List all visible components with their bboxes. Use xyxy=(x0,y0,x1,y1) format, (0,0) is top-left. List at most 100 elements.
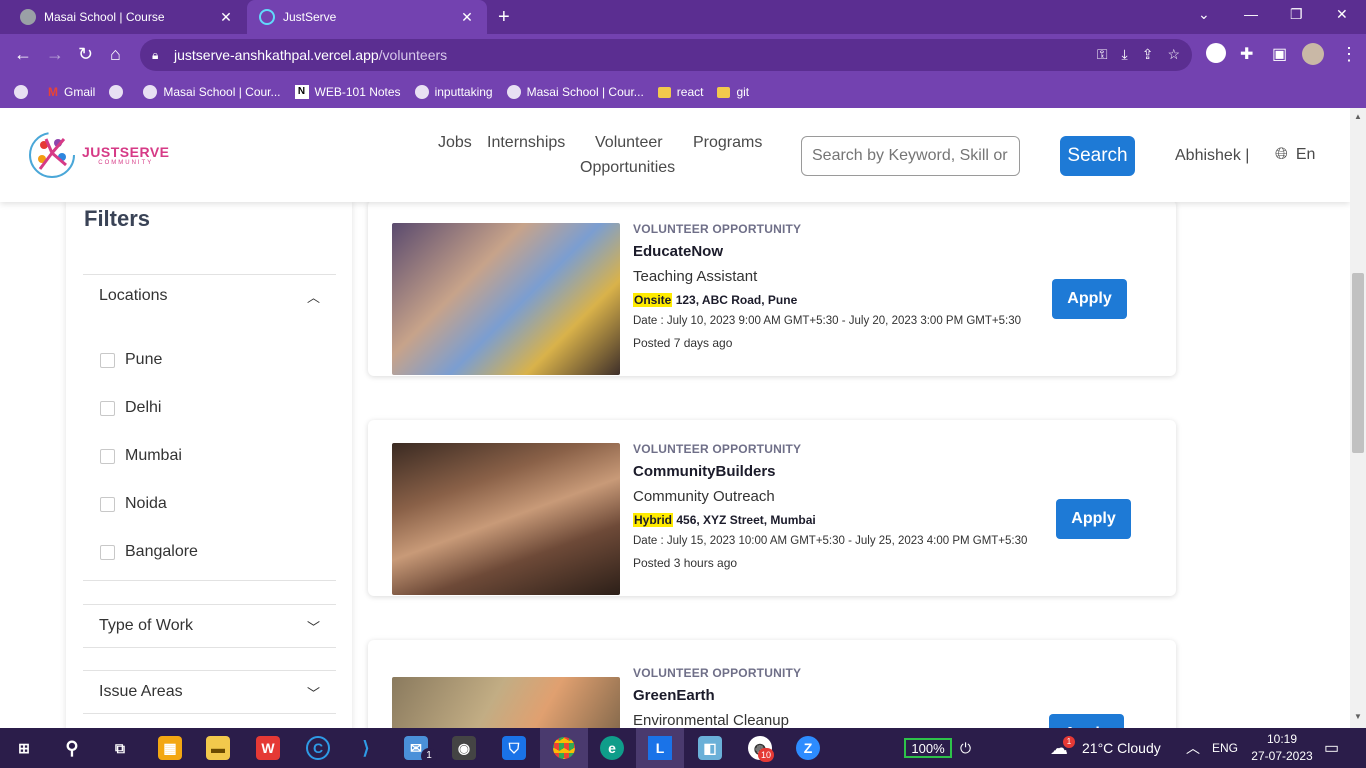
bookmark-web101[interactable]: N WEB-101 Notes xyxy=(294,85,401,99)
location-line: Hybrid 456, XYZ Street, Mumbai xyxy=(633,513,1053,527)
apply-button[interactable]: Apply xyxy=(1049,714,1124,728)
store-icon[interactable]: ▦ xyxy=(158,736,182,760)
windows-start-icon[interactable]: ⊞ xyxy=(12,736,36,760)
issue-areas-label: Issue Areas xyxy=(99,683,183,700)
new-tab-button[interactable]: + xyxy=(498,6,510,29)
bookmark-masai[interactable]: Masai School | Cour... xyxy=(143,85,281,99)
apply-button[interactable]: Apply xyxy=(1056,499,1131,539)
bookmark-git[interactable]: git xyxy=(717,85,749,99)
location-option-mumbai[interactable]: Mumbai xyxy=(100,447,182,465)
system-clock[interactable]: 10:19 27-07-2023 xyxy=(1250,731,1314,765)
key-icon[interactable]: ⚿ xyxy=(1097,46,1108,63)
cloud-icon[interactable]: ☁ xyxy=(1050,728,1068,768)
checkbox[interactable] xyxy=(100,400,115,416)
type-of-work-accordion[interactable]: Type of Work ﹀ xyxy=(83,604,336,648)
tray-chevron-up-icon[interactable]: ︿ xyxy=(1186,728,1200,768)
issue-areas-accordion[interactable]: Issue Areas ﹀ xyxy=(83,670,336,714)
nav-programs[interactable]: Programs xyxy=(693,134,762,152)
home-icon[interactable]: ⌂ xyxy=(110,44,121,65)
tab-masai-school[interactable]: Masai School | Course ✕ xyxy=(8,0,246,34)
apply-button[interactable]: Apply xyxy=(1052,279,1127,319)
extension-record-icon[interactable] xyxy=(1206,43,1226,63)
back-icon[interactable]: ← xyxy=(14,44,32,65)
task-view-icon[interactable]: ⧉ xyxy=(108,736,132,760)
organization-name[interactable]: CommunityBuilders xyxy=(633,463,1053,480)
search-button[interactable]: Search xyxy=(1060,136,1135,176)
chrome-icon xyxy=(553,737,575,759)
weather-text[interactable]: 21°C Cloudy xyxy=(1082,728,1161,768)
notification-icon[interactable]: ▭ xyxy=(1324,728,1339,768)
tab-strip: Masai School | Course ✕ JustServe ✕ + ⌄ … xyxy=(0,0,1366,34)
nav-opportunities[interactable]: Opportunities xyxy=(580,159,675,177)
organization-name[interactable]: GreenEarth xyxy=(633,687,1053,704)
vscode-icon[interactable]: ⟩ xyxy=(354,736,378,760)
search-icon[interactable]: ⚲ xyxy=(60,736,84,760)
nav-jobs[interactable]: Jobs xyxy=(438,134,472,152)
extensions-icon[interactable]: ✚ xyxy=(1240,44,1253,64)
user-name[interactable]: Abhishek | xyxy=(1175,147,1249,165)
search-input[interactable] xyxy=(801,136,1020,176)
language-indicator[interactable]: ENG xyxy=(1212,728,1238,768)
close-window-button[interactable]: ✕ xyxy=(1336,6,1348,23)
forward-icon[interactable]: → xyxy=(46,44,64,65)
checkbox[interactable] xyxy=(100,496,115,512)
minimize-button[interactable]: — xyxy=(1244,6,1258,22)
address-bar[interactable]: 🔒︎ justserve-anshkathpal.vercel.app/volu… xyxy=(140,39,1192,71)
chrome-taskbar-button[interactable] xyxy=(540,728,588,768)
close-icon[interactable]: ✕ xyxy=(218,9,234,26)
close-icon[interactable]: ✕ xyxy=(459,9,475,26)
bookmark-item[interactable] xyxy=(109,85,129,99)
lens-taskbar-button[interactable]: L xyxy=(636,728,684,768)
battery-indicator[interactable]: 100% xyxy=(904,738,952,758)
notes-icon[interactable]: ◧ xyxy=(698,736,722,760)
locations-accordion[interactable]: Locations ︿ xyxy=(83,274,336,317)
share-icon[interactable]: ⇪ xyxy=(1142,46,1154,63)
profile-avatar[interactable] xyxy=(1302,43,1324,65)
scrollbar-thumb[interactable] xyxy=(1352,273,1364,453)
chevron-down-icon[interactable]: ﹀ xyxy=(307,617,320,636)
chevron-down-icon[interactable]: ﹀ xyxy=(307,683,320,702)
menu-icon[interactable]: ⋮ xyxy=(1340,44,1358,65)
zoom-icon[interactable]: Z xyxy=(796,736,820,760)
logo-mark-icon xyxy=(28,129,76,181)
scroll-up-arrow[interactable]: ▲ xyxy=(1354,112,1362,121)
url-host: justserve-anshkathpal.vercel.app xyxy=(174,47,379,63)
install-icon[interactable]: ⤓ xyxy=(1122,46,1128,63)
bookmark-gmail[interactable]: M Gmail xyxy=(48,85,95,99)
page-scrollbar[interactable]: ▲ ▼ xyxy=(1350,108,1366,728)
reload-icon[interactable]: ↻ xyxy=(78,44,93,65)
vpn-shield-icon[interactable]: ⛉ xyxy=(502,736,526,760)
edge-icon[interactable]: e xyxy=(600,736,624,760)
wps-office-icon[interactable]: W xyxy=(256,736,280,760)
organization-name[interactable]: EducateNow xyxy=(633,243,1053,260)
cortana-icon[interactable]: C xyxy=(306,736,330,760)
posted-time: Posted 3 hours ago xyxy=(633,556,738,570)
bookmark-masai-2[interactable]: Masai School | Cour... xyxy=(506,85,644,99)
location-option-bangalore[interactable]: Bangalore xyxy=(100,543,198,561)
page-viewport: JUSTSERVE COMMUNITY Jobs Internships Vol… xyxy=(0,108,1350,728)
restore-button[interactable]: ❐ xyxy=(1290,6,1303,23)
language-selector[interactable]: 🌐︎ En xyxy=(1275,146,1315,164)
bookmark-star-icon[interactable]: ☆ xyxy=(1167,46,1180,63)
bookmark-inputtaking[interactable]: inputtaking xyxy=(414,85,493,99)
checkbox[interactable] xyxy=(100,352,115,368)
gmail-icon: M xyxy=(48,85,58,99)
nav-internships[interactable]: Internships xyxy=(487,134,565,152)
tab-justserve[interactable]: JustServe ✕ xyxy=(247,0,487,34)
checkbox[interactable] xyxy=(100,544,115,560)
bookmark-react[interactable]: react xyxy=(657,85,703,99)
nav-volunteer[interactable]: Volunteer xyxy=(595,134,663,152)
chevron-up-icon[interactable]: ︿ xyxy=(307,287,320,306)
side-panel-icon[interactable]: ▣ xyxy=(1272,44,1287,64)
location-option-delhi[interactable]: Delhi xyxy=(100,399,161,417)
scroll-down-arrow[interactable]: ▼ xyxy=(1354,712,1362,721)
checkbox[interactable] xyxy=(100,448,115,464)
location-option-pune[interactable]: Pune xyxy=(100,351,162,369)
bookmark-item[interactable] xyxy=(14,85,34,99)
github-icon[interactable]: ◉ xyxy=(452,736,476,760)
location-option-noida[interactable]: Noida xyxy=(100,495,167,513)
tab-search-icon[interactable]: ⌄ xyxy=(1198,6,1210,23)
address: 123, ABC Road, Pune xyxy=(675,293,798,307)
file-explorer-icon[interactable]: ▬ xyxy=(206,736,230,760)
justserve-logo[interactable]: JUSTSERVE COMMUNITY xyxy=(28,126,169,184)
